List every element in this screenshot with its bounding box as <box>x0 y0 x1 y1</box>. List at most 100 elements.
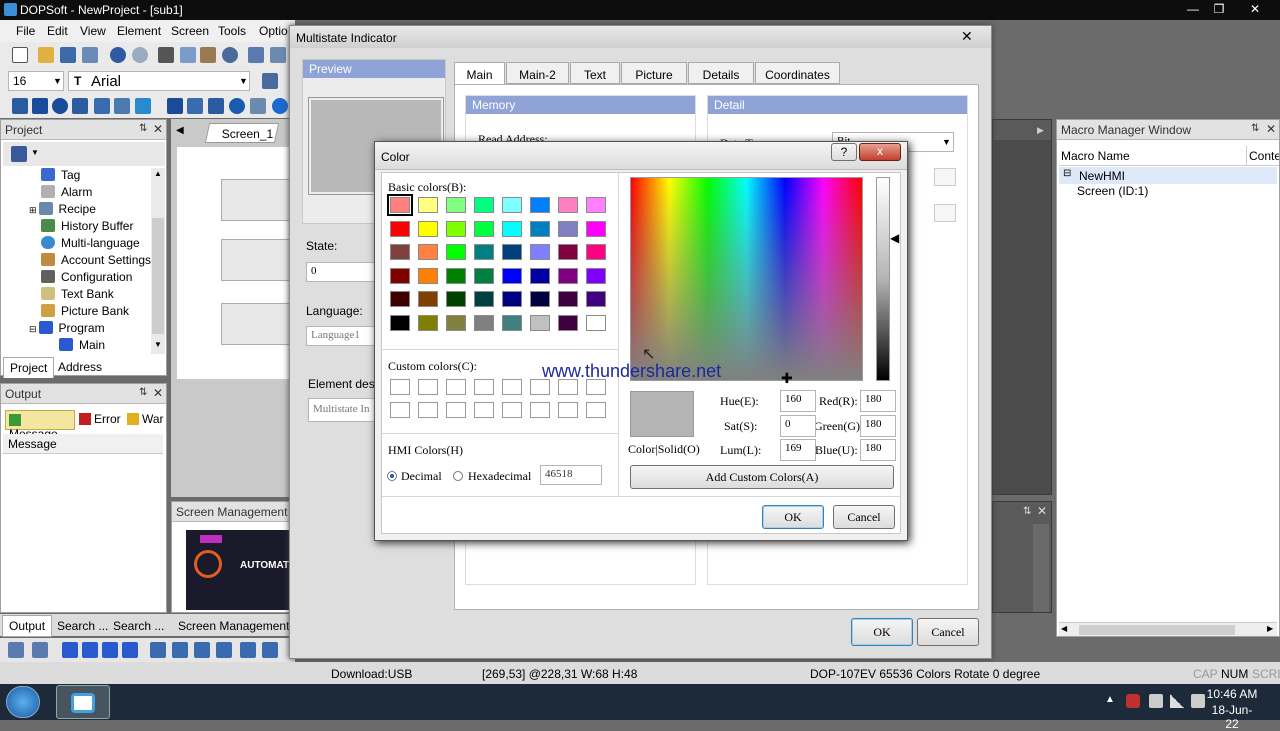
scroll-thumb[interactable] <box>1079 625 1235 635</box>
ungroup-icon[interactable] <box>82 642 98 658</box>
tree-item-program[interactable]: ⊟ Program <box>29 321 105 338</box>
red-field[interactable]: 180 <box>860 390 896 412</box>
basic-color-swatch[interactable] <box>502 267 522 284</box>
scroll-down-icon[interactable]: ▼ <box>154 340 162 349</box>
screen-canvas[interactable] <box>177 147 295 379</box>
hue-field[interactable]: 160 <box>780 390 816 412</box>
panel-close-icon[interactable]: ✕ <box>1037 504 1047 518</box>
line-icon[interactable] <box>12 98 28 114</box>
color-ok-button[interactable]: OK <box>762 505 824 529</box>
macro-tree-row-newhmi[interactable]: ⊟ NewHMI <box>1059 167 1277 184</box>
find-icon[interactable] <box>222 47 238 63</box>
canvas-element-3[interactable] <box>221 303 295 345</box>
menu-view[interactable]: View <box>80 24 106 38</box>
tab-output[interactable]: Output <box>2 615 53 637</box>
restore-icon[interactable]: ❐ <box>1207 0 1231 18</box>
basic-color-swatch[interactable] <box>502 291 522 307</box>
show-hidden-icons[interactable]: ▲ <box>1105 694 1115 705</box>
tree-item-text-bank[interactable]: Text Bank <box>41 287 114 304</box>
align-top-icon[interactable] <box>150 642 166 658</box>
basic-color-swatch[interactable] <box>418 291 438 307</box>
language-select[interactable]: Language1 <box>306 326 376 346</box>
tree-item-alarm[interactable]: Alarm <box>41 185 92 202</box>
macro-tree-row-screen[interactable]: Screen (ID:1) <box>1077 184 1148 198</box>
basic-color-swatch[interactable] <box>558 314 578 331</box>
pin-icon[interactable]: ⇅ <box>1251 123 1259 134</box>
text-icon[interactable] <box>94 98 110 114</box>
custom-color-swatch[interactable] <box>390 402 410 418</box>
add-custom-colors-button[interactable]: Add Custom Colors(A) <box>630 465 894 489</box>
menu-options[interactable]: Optio <box>259 24 288 38</box>
pin-icon[interactable]: ⇅ <box>1023 506 1031 517</box>
tab-address[interactable]: Address <box>58 360 102 374</box>
save-icon[interactable] <box>60 47 76 63</box>
basic-color-swatch[interactable] <box>390 267 410 284</box>
tab-main[interactable]: Main <box>454 62 505 85</box>
expand-icon[interactable]: ⊞ <box>29 205 37 215</box>
menu-tools[interactable]: Tools <box>218 24 246 38</box>
blue-field[interactable]: 180 <box>860 439 896 461</box>
basic-color-swatch[interactable] <box>558 244 578 260</box>
cut-icon[interactable] <box>158 47 174 63</box>
basic-color-swatch[interactable] <box>390 220 410 237</box>
help-button[interactable]: ? <box>831 143 857 161</box>
rectangle-icon[interactable] <box>32 98 48 114</box>
distribute-icon[interactable] <box>216 642 232 658</box>
custom-color-swatch[interactable] <box>418 402 438 418</box>
hexadecimal-radio[interactable] <box>453 471 463 481</box>
panel-close-icon[interactable]: ✕ <box>153 386 163 400</box>
panel-close-icon[interactable]: ✕ <box>1266 122 1276 136</box>
tree-item-multi-language[interactable]: Multi-language <box>41 236 140 253</box>
font-name-select[interactable]: Arial <box>68 71 250 91</box>
redo-icon[interactable] <box>132 47 148 63</box>
new-icon[interactable] <box>12 47 28 63</box>
multistate-cancel-button[interactable]: Cancel <box>917 618 979 646</box>
undo-icon[interactable] <box>110 47 126 63</box>
basic-color-swatch[interactable] <box>586 197 606 213</box>
panel-close-icon[interactable]: ✕ <box>153 122 163 136</box>
tree-item-tag[interactable]: Tag <box>41 168 80 185</box>
tab-search-1[interactable]: Search ... <box>57 619 108 633</box>
basic-color-swatch[interactable] <box>530 220 550 237</box>
signal-icon[interactable] <box>1170 694 1184 708</box>
basic-color-swatch[interactable] <box>586 244 606 260</box>
tree-item-account-settings[interactable]: Account Settings <box>41 253 151 270</box>
project-view-icon[interactable] <box>11 146 27 162</box>
pin-icon[interactable]: ⇅ <box>139 123 147 134</box>
tab-search-2[interactable]: Search ... <box>113 619 164 633</box>
dialog-close-icon[interactable]: ✕ <box>961 28 973 45</box>
custom-color-swatch[interactable] <box>446 379 466 395</box>
spinner-control[interactable] <box>934 204 956 222</box>
scroll-up-icon[interactable]: ▲ <box>154 169 162 178</box>
menu-element[interactable]: Element <box>117 24 161 38</box>
tree-item-configuration[interactable]: Configuration <box>41 270 132 287</box>
lum-field[interactable]: 169 <box>780 439 816 461</box>
tab-project[interactable]: Project <box>3 357 55 378</box>
panel-scrollbar[interactable] <box>1033 524 1049 612</box>
tab-picture[interactable]: Picture <box>621 62 687 84</box>
error-filter-button[interactable]: Error <box>79 412 121 426</box>
basic-color-swatch[interactable] <box>446 197 466 213</box>
basic-color-swatch[interactable] <box>502 197 522 213</box>
basic-color-swatch[interactable] <box>446 291 466 307</box>
circle-icon[interactable] <box>52 98 68 114</box>
view-dropdown-icon[interactable]: ▼ <box>31 148 39 157</box>
basic-color-swatch[interactable] <box>530 291 550 307</box>
basic-color-swatch[interactable] <box>390 291 410 307</box>
basic-color-swatch[interactable] <box>474 314 494 331</box>
basic-color-swatch[interactable] <box>558 197 578 213</box>
pin-icon[interactable]: ⇅ <box>139 387 147 398</box>
save-all-icon[interactable] <box>82 47 98 63</box>
align-right-icon[interactable] <box>32 642 48 658</box>
bar-icon[interactable] <box>229 98 245 114</box>
data-type-dropdown-icon[interactable]: ▼ <box>942 137 951 147</box>
lamp-icon[interactable] <box>208 98 224 114</box>
tree-item-picture-bank[interactable]: Picture Bank <box>41 304 129 321</box>
custom-color-swatch[interactable] <box>502 402 522 418</box>
macro-hscrollbar[interactable]: ◀ ▶ <box>1059 622 1277 636</box>
basic-color-swatch[interactable] <box>530 267 550 284</box>
basic-color-swatch[interactable] <box>418 197 438 213</box>
basic-color-swatch[interactable] <box>502 220 522 237</box>
taskbar-dopsoft-button[interactable] <box>56 685 110 719</box>
basic-color-swatch[interactable] <box>446 244 466 260</box>
